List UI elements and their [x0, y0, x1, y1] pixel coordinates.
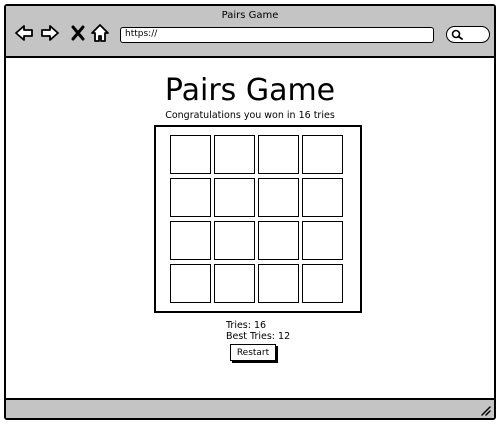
title-bar: Pairs Game https://	[6, 6, 494, 58]
card-tile[interactable]	[258, 178, 299, 217]
win-message: Congratulations you won in 16 tries	[165, 110, 335, 121]
best-tries-count: Best Tries: 12	[226, 331, 291, 342]
page-title: Pairs Game	[164, 73, 336, 108]
address-bar[interactable]: https://	[120, 27, 434, 43]
card-tile[interactable]	[258, 221, 299, 260]
resize-grip-icon[interactable]	[479, 404, 491, 416]
home-icon[interactable]	[90, 23, 110, 43]
browser-window: Pairs Game https:// Pairs Game Congratul…	[4, 4, 496, 420]
window-title: Pairs Game	[221, 10, 279, 21]
close-icon[interactable]	[70, 24, 86, 42]
card-tile[interactable]	[258, 264, 299, 303]
card-tile[interactable]	[170, 135, 211, 174]
card-tile[interactable]	[170, 264, 211, 303]
card-tile[interactable]	[214, 221, 255, 260]
restart-button[interactable]: Restart	[230, 344, 276, 361]
card-tile[interactable]	[214, 135, 255, 174]
card-tile[interactable]	[214, 264, 255, 303]
card-tile[interactable]	[302, 264, 343, 303]
search-icon	[451, 29, 463, 40]
game-board	[154, 125, 362, 313]
forward-arrow-icon[interactable]	[40, 23, 60, 43]
card-tile[interactable]	[302, 178, 343, 217]
search-box[interactable]	[446, 26, 490, 43]
back-arrow-icon[interactable]	[14, 23, 34, 43]
card-tile[interactable]	[170, 221, 211, 260]
card-tile[interactable]	[258, 135, 299, 174]
page-content: Pairs Game Congratulations you won in 16…	[6, 58, 494, 400]
card-tile[interactable]	[302, 221, 343, 260]
card-tile[interactable]	[302, 135, 343, 174]
card-tile[interactable]	[214, 178, 255, 217]
status-bar	[6, 398, 494, 418]
tries-count: Tries: 16	[226, 320, 267, 331]
card-tile[interactable]	[170, 178, 211, 217]
